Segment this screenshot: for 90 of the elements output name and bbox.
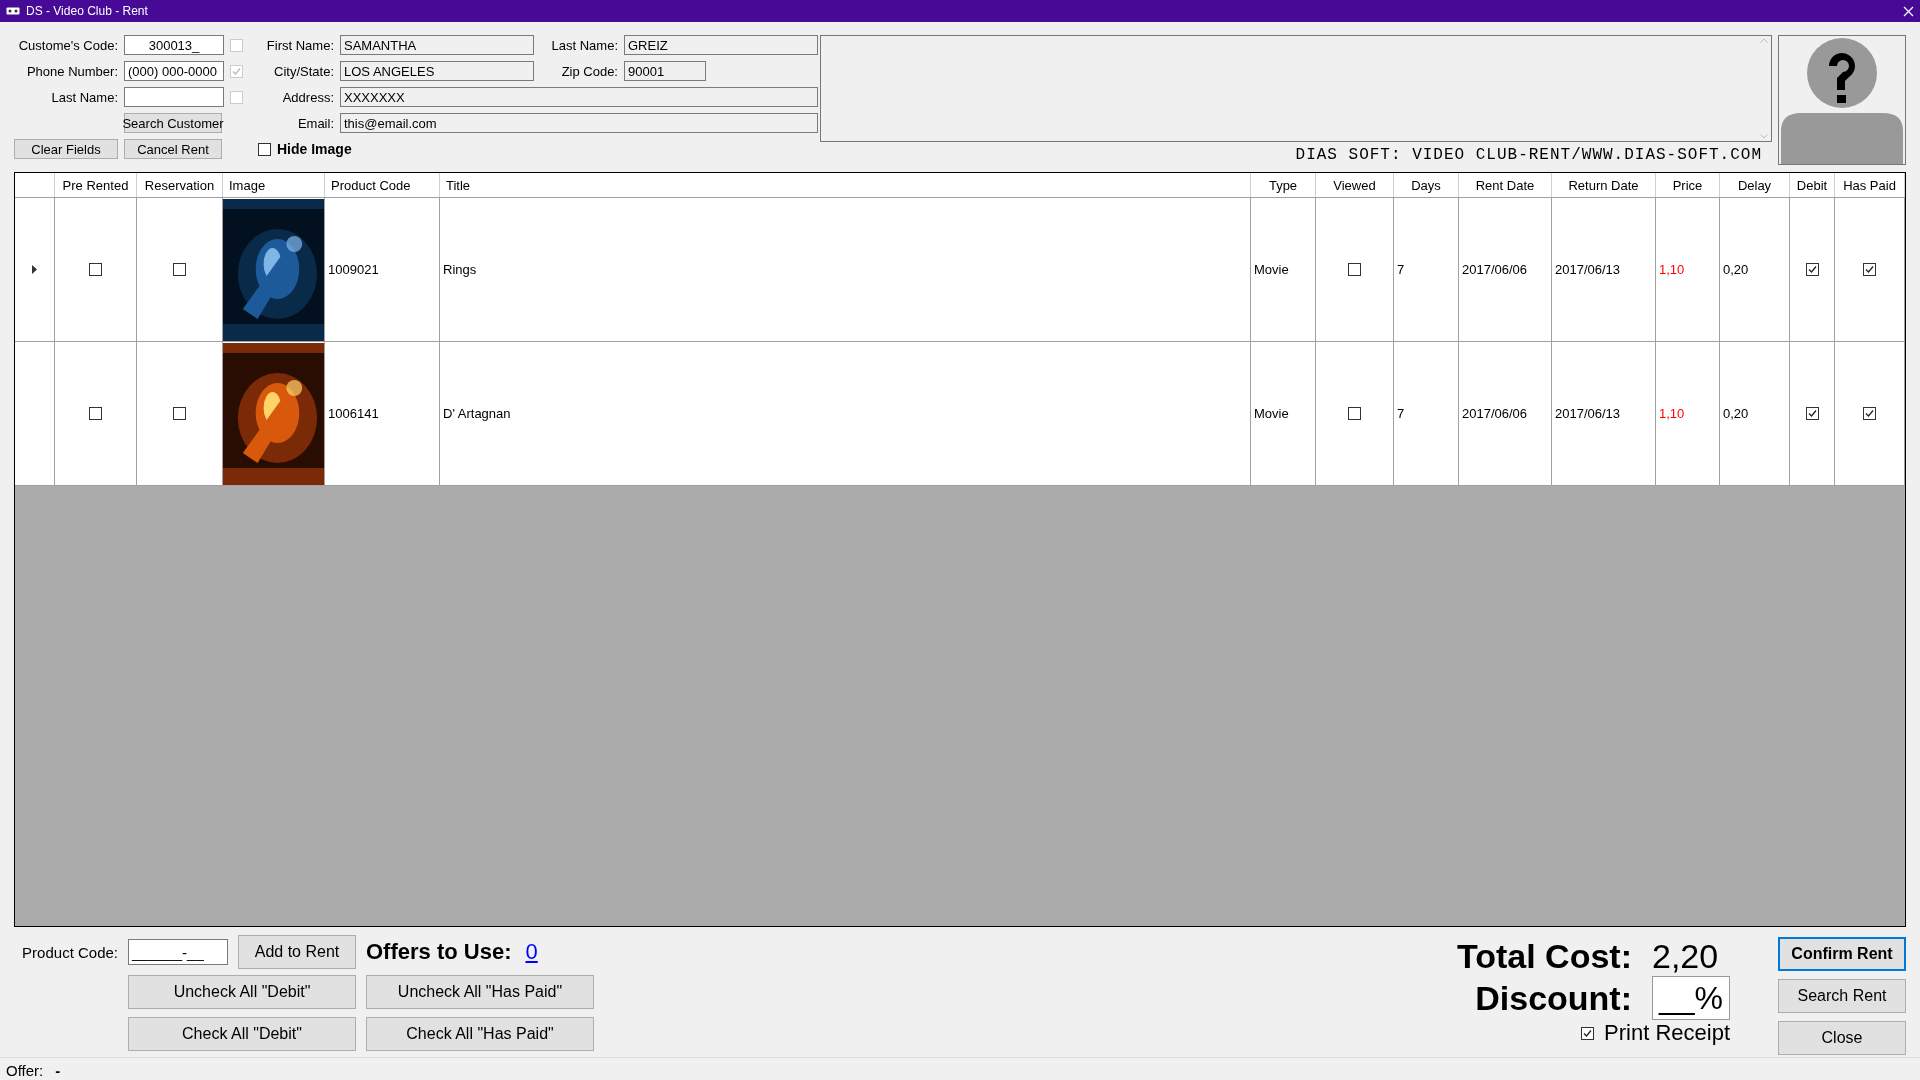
column-header[interactable]: Reservation <box>137 173 223 197</box>
field-label: Custome's Code: <box>17 37 118 53</box>
table-cell: 7 <box>1394 198 1459 341</box>
phone-field[interactable]: (000) 000-0000 <box>124 61 224 81</box>
checkbox[interactable] <box>89 263 102 276</box>
checkbox[interactable] <box>1805 407 1819 420</box>
checkbox[interactable] <box>1863 407 1876 420</box>
offers-link[interactable]: 0 <box>525 939 538 965</box>
table-cell: Movie <box>1251 198 1316 341</box>
checkbox[interactable] <box>1348 407 1361 420</box>
address-field[interactable]: XXXXXXX <box>340 87 818 107</box>
checkbox[interactable] <box>89 407 102 420</box>
discount-label: Discount: <box>1475 978 1632 1018</box>
check-all-button[interactable]: Uncheck All "Debit" <box>128 975 356 1009</box>
table-cell: 1,10 <box>1656 342 1720 485</box>
table-cell: Rings <box>440 198 1251 341</box>
check-all-button[interactable]: Check All "Debit" <box>128 1017 356 1051</box>
zip-code-field[interactable]: 90001 <box>624 61 706 81</box>
total-cost-label: Total Cost: <box>1457 937 1632 976</box>
column-header[interactable]: Product Code <box>325 173 440 197</box>
field-label: First Name: <box>265 37 334 53</box>
table-cell: 0,20 <box>1720 198 1790 341</box>
checkbox-label: Hide Image <box>277 141 352 157</box>
field-label: City/State: <box>273 63 334 79</box>
column-header[interactable]: Type <box>1251 173 1316 197</box>
action-button[interactable]: Search Rent <box>1778 979 1906 1013</box>
field-label: Product Code: <box>21 943 118 961</box>
clear-fields-button[interactable]: Clear Fields <box>14 139 118 159</box>
table-cell: 2017/06/13 <box>1552 198 1656 341</box>
first-name-field[interactable]: SAMANTHA <box>340 35 534 55</box>
column-header[interactable]: Image <box>223 173 325 197</box>
window-title: DS - Video Club - Rent <box>26 4 149 18</box>
check-all-button[interactable]: Uncheck All "Has Paid" <box>366 975 594 1009</box>
column-header[interactable]: Price <box>1656 173 1720 197</box>
add-to-rent-button[interactable]: Add to Rent <box>238 935 356 969</box>
discount-field[interactable]: __% <box>1652 976 1730 1020</box>
column-header[interactable]: Has Paid <box>1835 173 1905 197</box>
table-row[interactable]: 1006141 D' Artagnan Movie 7 2017/06/06 2017/06/13 1,10 0,20 <box>15 342 1905 486</box>
table-cell: 7 <box>1394 342 1459 485</box>
table-cell: Movie <box>1251 342 1316 485</box>
column-header[interactable]: Debit <box>1790 173 1835 197</box>
status-label: Offer: <box>6 1062 44 1079</box>
table-cell: 1009021 <box>325 198 440 341</box>
column-header[interactable]: Days <box>1394 173 1459 197</box>
cancel-rent-button[interactable]: Cancel Rent <box>124 139 222 159</box>
brand-text: DIAS SOFT: VIDEO CLUB-RENT/WWW.DIAS-SOFT.COM <box>1295 146 1762 164</box>
column-header[interactable]: Pre Rented <box>55 173 137 197</box>
email-field[interactable]: this@email.com <box>340 113 818 133</box>
action-button[interactable]: Close <box>1778 1021 1906 1055</box>
action-button[interactable]: Confirm Rent <box>1778 937 1906 971</box>
last-name-search-field[interactable] <box>124 87 224 107</box>
table-cell: 1,10 <box>1656 198 1720 341</box>
checkbox-label: Print Receipt <box>1604 1020 1730 1046</box>
field-label: Last Name: <box>550 37 618 53</box>
column-header[interactable]: Viewed <box>1316 173 1394 197</box>
column-header[interactable]: Delay <box>1720 173 1790 197</box>
customer-code-field[interactable]: 300013_ <box>124 35 224 55</box>
product-code-field[interactable]: ______-__ <box>128 939 228 965</box>
last-name-field[interactable]: GREIZ <box>624 35 818 55</box>
offers-label: Offers to Use: <box>366 939 512 965</box>
field-label: Last Name: <box>50 89 118 105</box>
status-value: - <box>55 1062 61 1079</box>
close-icon[interactable] <box>1903 5 1914 17</box>
column-header[interactable]: Rent Date <box>1459 173 1552 197</box>
unknown-user-icon <box>1779 36 1905 164</box>
table-cell: 2017/06/06 <box>1459 342 1552 485</box>
column-header[interactable]: Title <box>440 173 1251 197</box>
check-all-button[interactable]: Check All "Has Paid" <box>366 1017 594 1051</box>
city-field[interactable]: LOS ANGELES <box>340 61 534 81</box>
table-cell: 1006141 <box>325 342 440 485</box>
field-label: Phone Number: <box>25 63 118 79</box>
field-label: Email: <box>296 115 334 131</box>
checkbox[interactable] <box>1805 263 1819 276</box>
checkbox[interactable] <box>258 142 271 156</box>
checkbox[interactable] <box>1581 1026 1595 1040</box>
checkbox[interactable] <box>173 407 186 420</box>
search-customer-button[interactable]: Search Customer <box>124 113 222 133</box>
checkbox[interactable] <box>1348 263 1361 276</box>
column-header[interactable]: Return Date <box>1552 173 1656 197</box>
field-label: Address: <box>281 89 334 105</box>
field-label: Zip Code: <box>560 63 618 79</box>
table-cell: 2017/06/13 <box>1552 342 1656 485</box>
total-cost-value: 2,20 <box>1652 937 1719 976</box>
tape-icon <box>6 7 20 15</box>
table-cell: D' Artagnan <box>440 342 1251 485</box>
checkbox[interactable] <box>173 263 186 276</box>
table-row[interactable]: 1009021 Rings Movie 7 2017/06/06 2017/06/13 1,10 0,20 <box>15 198 1905 342</box>
table-cell: 0,20 <box>1720 342 1790 485</box>
table-cell: 2017/06/06 <box>1459 198 1552 341</box>
checkbox[interactable] <box>1863 263 1876 276</box>
